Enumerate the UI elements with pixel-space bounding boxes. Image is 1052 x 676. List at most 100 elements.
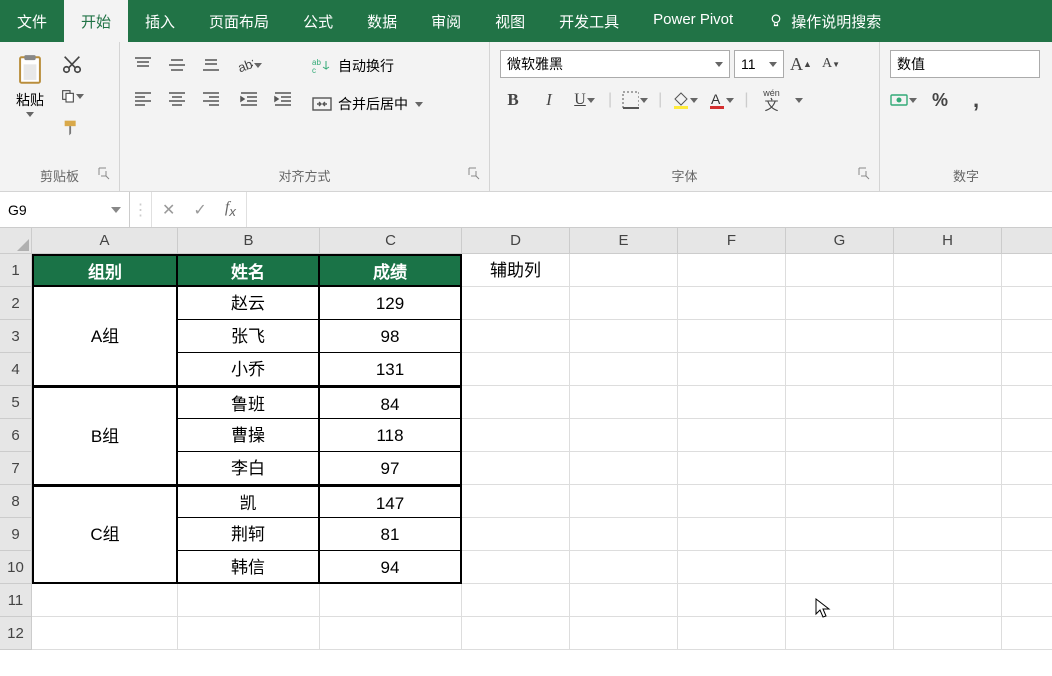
cell-I1[interactable]	[1002, 254, 1052, 287]
cell-C1[interactable]: 成绩	[320, 254, 462, 287]
row-header-3[interactable]: 3	[0, 320, 32, 353]
increase-font-button[interactable]: A▲	[788, 52, 814, 76]
borders-button[interactable]	[622, 88, 648, 112]
cut-button[interactable]	[60, 52, 84, 76]
tab-data[interactable]: 数据	[350, 0, 414, 42]
col-header-C[interactable]: C	[320, 228, 462, 254]
col-header-D[interactable]: D	[462, 228, 570, 254]
cell-B7[interactable]: 李白	[178, 452, 320, 485]
cancel-formula-button[interactable]: ✕	[162, 200, 175, 220]
align-right-button[interactable]	[198, 88, 224, 110]
orientation-button[interactable]: ab	[236, 54, 262, 76]
cell-grid[interactable]: A B C D E F G H 1 组别 姓名 成绩 辅助列 2 A组 赵云 1…	[0, 228, 1052, 650]
col-header-A[interactable]: A	[32, 228, 178, 254]
col-header-G[interactable]: G	[786, 228, 894, 254]
cell-B3[interactable]: 张飞	[178, 320, 320, 353]
enter-formula-button[interactable]: ✓	[193, 200, 206, 220]
bold-button[interactable]: B	[500, 88, 526, 112]
row-header-4[interactable]: 4	[0, 353, 32, 386]
align-top-button[interactable]	[130, 54, 156, 76]
number-format-select[interactable]: 数值▾	[890, 50, 1040, 78]
cell-A1[interactable]: 组别	[32, 254, 178, 287]
align-middle-button[interactable]	[164, 54, 190, 76]
cell-B4[interactable]: 小乔	[178, 353, 320, 386]
paste-button[interactable]	[12, 52, 48, 88]
font-color-button[interactable]: A	[708, 88, 734, 112]
tab-formulas[interactable]: 公式	[286, 0, 350, 42]
cell-G1[interactable]	[786, 254, 894, 287]
tab-file[interactable]: 文件	[0, 0, 64, 42]
cell-C10[interactable]: 94	[320, 551, 462, 584]
row-header-9[interactable]: 9	[0, 518, 32, 551]
merge-center-button[interactable]: 合并后居中	[308, 92, 428, 116]
cell-B1[interactable]: 姓名	[178, 254, 320, 287]
paste-dropdown[interactable]	[25, 112, 35, 117]
cell-B9[interactable]: 荆轲	[178, 518, 320, 551]
cell-C5[interactable]: 84	[320, 386, 462, 419]
cell-H1[interactable]	[894, 254, 1002, 287]
underline-button[interactable]: U	[572, 88, 598, 112]
col-header-end[interactable]	[1002, 228, 1052, 254]
row-header-5[interactable]: 5	[0, 386, 32, 419]
phonetic-dropdown[interactable]	[794, 98, 804, 103]
cell-B5[interactable]: 鲁班	[178, 386, 320, 419]
cell-B10[interactable]: 韩信	[178, 551, 320, 584]
col-header-E[interactable]: E	[570, 228, 678, 254]
tab-help-search[interactable]: 操作说明搜索	[750, 0, 898, 42]
name-box-resize[interactable]: ⋮	[130, 192, 152, 227]
increase-indent-button[interactable]	[270, 88, 296, 110]
font-name-select[interactable]: 微软雅黑	[500, 50, 730, 78]
cell-C3[interactable]: 98	[320, 320, 462, 353]
clipboard-launcher[interactable]	[97, 166, 111, 180]
cell-B2[interactable]: 赵云	[178, 287, 320, 320]
decrease-indent-button[interactable]	[236, 88, 262, 110]
font-launcher[interactable]	[857, 166, 871, 180]
row-header-11[interactable]: 11	[0, 584, 32, 617]
align-left-button[interactable]	[130, 88, 156, 110]
row-header-6[interactable]: 6	[0, 419, 32, 452]
cell-F1[interactable]	[678, 254, 786, 287]
wrap-text-button[interactable]: abc 自动换行	[308, 54, 428, 78]
tab-powerpivot[interactable]: Power Pivot	[636, 0, 750, 42]
percent-button[interactable]: %	[926, 88, 954, 112]
tab-review[interactable]: 审阅	[414, 0, 478, 42]
tab-developer[interactable]: 开发工具	[542, 0, 636, 42]
alignment-launcher[interactable]	[467, 166, 481, 180]
col-header-B[interactable]: B	[178, 228, 320, 254]
row-header-1[interactable]: 1	[0, 254, 32, 287]
fill-color-button[interactable]	[672, 88, 698, 112]
align-bottom-button[interactable]	[198, 54, 224, 76]
phonetic-button[interactable]: wén文	[758, 88, 784, 112]
row-header-10[interactable]: 10	[0, 551, 32, 584]
formula-input[interactable]	[247, 192, 1052, 227]
font-size-select[interactable]: 11	[734, 50, 784, 78]
cell-A2-merged[interactable]: A组	[32, 287, 178, 386]
row-header-2[interactable]: 2	[0, 287, 32, 320]
row-header-12[interactable]: 12	[0, 617, 32, 650]
insert-function-button[interactable]: fx	[225, 199, 236, 219]
select-all-corner[interactable]	[0, 228, 32, 254]
cell-B6[interactable]: 曹操	[178, 419, 320, 452]
cell-B8[interactable]: 凯	[178, 485, 320, 518]
name-box[interactable]: G9	[0, 192, 130, 227]
row-header-7[interactable]: 7	[0, 452, 32, 485]
tab-insert[interactable]: 插入	[128, 0, 192, 42]
comma-button[interactable]: ,	[962, 88, 990, 112]
tab-view[interactable]: 视图	[478, 0, 542, 42]
cell-C8[interactable]: 147	[320, 485, 462, 518]
copy-button[interactable]	[60, 84, 84, 108]
row-header-8[interactable]: 8	[0, 485, 32, 518]
cell-C2[interactable]: 129	[320, 287, 462, 320]
cell-C6[interactable]: 118	[320, 419, 462, 452]
cell-C9[interactable]: 81	[320, 518, 462, 551]
cell-C7[interactable]: 97	[320, 452, 462, 485]
cell-A5-merged[interactable]: B组	[32, 386, 178, 485]
format-painter-button[interactable]	[60, 116, 84, 140]
tab-pagelayout[interactable]: 页面布局	[192, 0, 286, 42]
col-header-F[interactable]: F	[678, 228, 786, 254]
cell-A8-merged[interactable]: C组	[32, 485, 178, 584]
italic-button[interactable]: I	[536, 88, 562, 112]
cell-D1[interactable]: 辅助列	[462, 254, 570, 287]
align-center-button[interactable]	[164, 88, 190, 110]
currency-button[interactable]	[890, 88, 918, 112]
